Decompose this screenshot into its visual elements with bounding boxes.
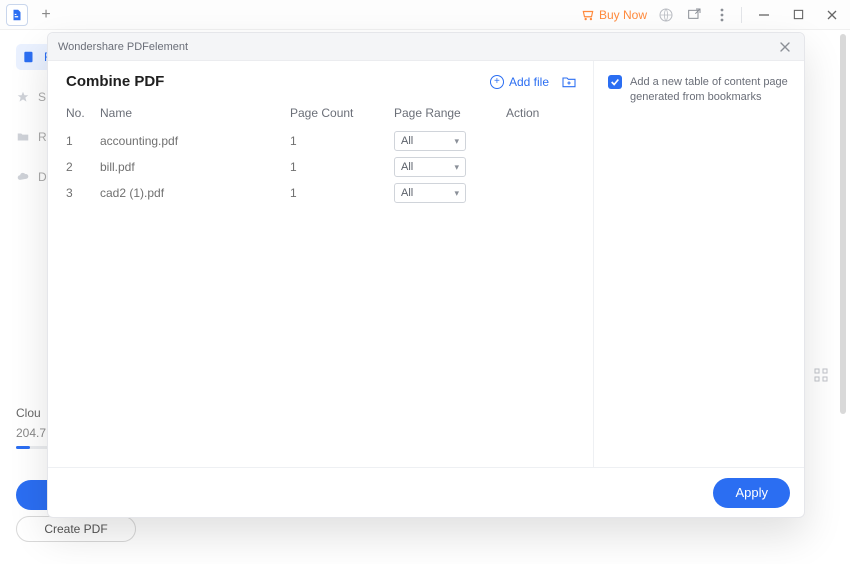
- title-actions: + Add file: [490, 74, 577, 90]
- add-folder-button[interactable]: [561, 74, 577, 90]
- titlebar: + Buy Now: [0, 0, 850, 30]
- cell-page-range: All ▾: [394, 157, 506, 177]
- dialog-close-button[interactable]: [776, 38, 794, 56]
- cell-page-count: 1: [290, 134, 394, 148]
- titlebar-right: Buy Now: [581, 5, 844, 25]
- col-no: No.: [66, 106, 100, 120]
- dialog-main-panel: Combine PDF + Add file No. Na: [48, 61, 594, 467]
- sidebar-label: S: [38, 90, 46, 104]
- page-range-select[interactable]: All ▾: [394, 157, 466, 177]
- close-icon: [779, 41, 791, 53]
- window-minimize-button[interactable]: [752, 5, 776, 25]
- window-close-button[interactable]: [820, 5, 844, 25]
- dialog-title: Combine PDF: [66, 73, 164, 90]
- table-header: No. Name Page Count Page Range Action: [66, 100, 577, 126]
- new-tab-button[interactable]: +: [36, 5, 56, 25]
- toc-option-label: Add a new table of content page generate…: [630, 75, 790, 106]
- folder-icon: [16, 130, 30, 144]
- plus-circle-icon: +: [490, 75, 504, 89]
- cell-name: bill.pdf: [100, 160, 290, 174]
- table-row: 2 bill.pdf 1 All ▾: [66, 154, 577, 180]
- create-pdf-button[interactable]: Create PDF: [16, 516, 136, 542]
- star-icon: [16, 90, 30, 104]
- col-page-count: Page Count: [290, 106, 394, 120]
- dialog-side-panel: Add a new table of content page generate…: [594, 61, 804, 467]
- share-icon[interactable]: [685, 6, 703, 24]
- cell-no: 1: [66, 134, 100, 148]
- sidebar-label: R: [38, 130, 47, 144]
- cell-page-range: All ▾: [394, 131, 506, 151]
- grid-view-icon[interactable]: [814, 368, 828, 387]
- pdf-app-icon: [10, 8, 24, 22]
- chevron-down-icon: ▾: [454, 162, 459, 173]
- dialog-header: Wondershare PDFelement: [48, 33, 804, 61]
- cell-page-count: 1: [290, 160, 394, 174]
- col-name: Name: [100, 106, 290, 120]
- cell-no: 3: [66, 186, 100, 200]
- files-table: No. Name Page Count Page Range Action 1 …: [66, 100, 577, 206]
- page-range-value: All: [401, 161, 413, 173]
- dialog-window-title: Wondershare PDFelement: [58, 41, 188, 53]
- page-range-value: All: [401, 135, 413, 147]
- check-icon: [610, 77, 620, 87]
- apply-label: Apply: [735, 485, 768, 500]
- buy-now-link[interactable]: Buy Now: [581, 8, 647, 22]
- titlebar-left: +: [6, 4, 56, 26]
- app-shell: + Buy Now: [0, 0, 850, 564]
- chevron-down-icon: ▾: [454, 136, 459, 147]
- globe-icon[interactable]: [657, 6, 675, 24]
- page-range-select[interactable]: All ▾: [394, 183, 466, 203]
- dialog-body: Combine PDF + Add file No. Na: [48, 61, 804, 467]
- chevron-down-icon: ▾: [454, 188, 459, 199]
- cell-no: 2: [66, 160, 100, 174]
- cell-page-count: 1: [290, 186, 394, 200]
- cell-page-range: All ▾: [394, 183, 506, 203]
- scrollbar[interactable]: [840, 34, 846, 414]
- checkbox-checked[interactable]: [608, 75, 622, 89]
- create-pdf-label: Create PDF: [44, 522, 107, 536]
- cloud-icon: [16, 170, 30, 184]
- col-action: Action: [506, 106, 566, 120]
- cell-name: cad2 (1).pdf: [100, 186, 290, 200]
- add-file-button[interactable]: + Add file: [490, 75, 549, 89]
- window-maximize-button[interactable]: [786, 5, 810, 25]
- table-row: 1 accounting.pdf 1 All ▾: [66, 128, 577, 154]
- page-range-value: All: [401, 187, 413, 199]
- cell-name: accounting.pdf: [100, 134, 290, 148]
- app-logo[interactable]: [6, 4, 28, 26]
- table-row: 3 cad2 (1).pdf 1 All ▾: [66, 180, 577, 206]
- file-icon: [22, 50, 36, 64]
- add-file-label: Add file: [509, 75, 549, 89]
- buy-now-label: Buy Now: [599, 8, 647, 22]
- page-range-select[interactable]: All ▾: [394, 131, 466, 151]
- col-page-range: Page Range: [394, 106, 506, 120]
- divider: [741, 7, 742, 23]
- cart-icon: [581, 8, 595, 22]
- combine-pdf-dialog: Wondershare PDFelement Combine PDF + Add…: [47, 32, 805, 518]
- toc-option[interactable]: Add a new table of content page generate…: [608, 75, 790, 106]
- folder-add-icon: [561, 74, 577, 90]
- title-row: Combine PDF + Add file: [66, 73, 577, 90]
- menu-dots-icon[interactable]: [713, 6, 731, 24]
- sidebar-label: D: [38, 170, 47, 184]
- apply-button[interactable]: Apply: [713, 478, 790, 508]
- dialog-footer: Apply: [48, 467, 804, 517]
